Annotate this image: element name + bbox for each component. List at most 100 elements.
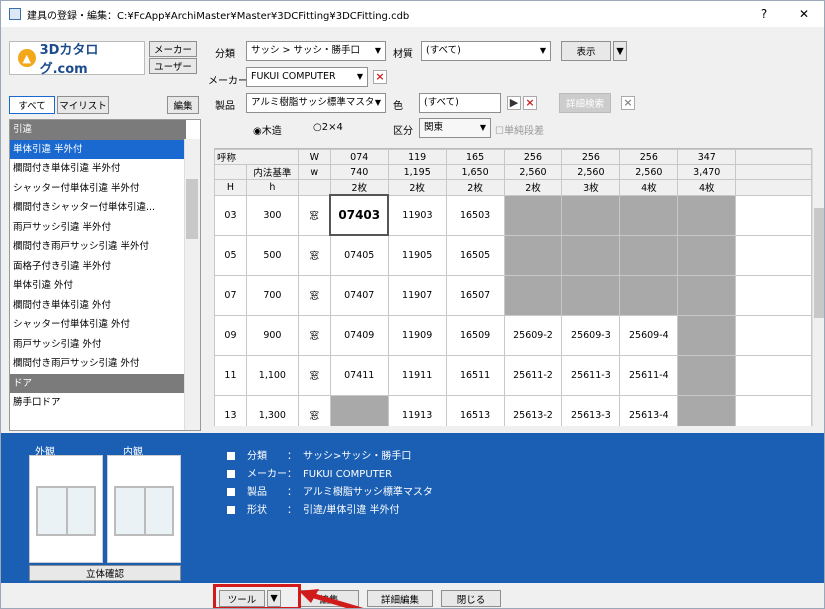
kubun-combo[interactable]: 関東 ▼ — [419, 118, 491, 138]
list-item[interactable]: 欄間付きシャッター付単体引違... — [10, 198, 186, 218]
grid-header-cell[interactable]: 256 — [561, 149, 621, 165]
grid-cell[interactable]: 07411 — [329, 354, 389, 396]
grid-row-height[interactable]: 300 — [245, 194, 299, 236]
grid-scrollbar[interactable] — [812, 148, 824, 426]
grid-header-cell[interactable]: 2,560 — [619, 164, 679, 180]
grid-row-type[interactable]: 窓 — [297, 274, 331, 316]
table-row[interactable]: 05 500 窓 07405 11905 16505 — [214, 234, 812, 276]
grid-header-cell[interactable]: 2枚 — [503, 179, 563, 196]
grid-cell[interactable]: 11913 — [387, 394, 447, 426]
grid-header-cell[interactable]: 119 — [387, 149, 447, 165]
grid-cell[interactable]: 16503 — [445, 194, 505, 236]
grid-header-cell[interactable]: 2,560 — [561, 164, 621, 180]
tanjun-checkbox[interactable]: ☐単純段差 — [495, 122, 544, 137]
grid-cell[interactable]: 25613-3 — [561, 394, 621, 426]
table-row[interactable]: 03 300 窓 07403 11903 16503 — [214, 194, 812, 236]
iro-field[interactable]: (すべて) — [419, 93, 501, 113]
grid-cell[interactable]: 25613-2 — [503, 394, 563, 426]
grid-row-height[interactable]: 500 — [245, 234, 299, 276]
grid-cell[interactable]: 16507 — [445, 274, 505, 316]
grid-header-cell[interactable]: 4枚 — [619, 179, 679, 196]
grid-row-height[interactable]: 1,100 — [245, 354, 299, 396]
grid-header-cell[interactable]: 3,470 — [677, 164, 737, 180]
grid-cell[interactable]: 25609-3 — [561, 314, 621, 356]
table-row[interactable]: 11 1,100 窓 07411 11911 16511 25611-2 25611-3 256… — [214, 354, 812, 396]
grid-cell[interactable] — [503, 274, 563, 316]
grid-header-cell[interactable]: 4枚 — [677, 179, 737, 196]
detail-search-button[interactable]: 詳細検索 — [559, 93, 611, 113]
grid-row-height[interactable]: 1,300 — [245, 394, 299, 426]
grid-cell[interactable]: 11907 — [387, 274, 447, 316]
grid-header-cell[interactable]: 2枚 — [445, 179, 505, 196]
grid-row-height[interactable]: 700 — [245, 274, 299, 316]
grid-row-type[interactable]: 窓 — [297, 234, 331, 276]
grid-cell[interactable] — [561, 274, 621, 316]
rittai-check-button[interactable]: 立体確認 — [29, 565, 181, 581]
grid-header-cell[interactable]: 1,650 — [445, 164, 505, 180]
grid-cell[interactable] — [677, 354, 737, 396]
list-scroll-thumb[interactable] — [186, 179, 198, 239]
list-group-header[interactable]: ドア — [10, 373, 186, 393]
help-button[interactable]: ? — [744, 7, 784, 21]
grid-cell[interactable]: 16505 — [445, 234, 505, 276]
list-scrollbar[interactable] — [184, 139, 200, 430]
grid-cell[interactable] — [619, 234, 679, 276]
grid-header-cell[interactable]: W — [297, 149, 331, 165]
grid-header-cell[interactable]: H — [214, 179, 247, 196]
grid-row-height[interactable]: 900 — [245, 314, 299, 356]
grid-header-cell[interactable]: 1,195 — [387, 164, 447, 180]
grid-cell[interactable] — [735, 354, 812, 396]
grid-row-type[interactable]: 窓 — [297, 354, 331, 396]
grid-header-cell[interactable] — [735, 149, 812, 165]
zaishitsu-combo[interactable]: (すべて) ▼ — [421, 41, 551, 61]
grid-row-code[interactable]: 03 — [214, 194, 247, 236]
maker-button[interactable]: メーカー — [149, 41, 197, 57]
grid-cell[interactable]: 11905 — [387, 234, 447, 276]
grid-header-cell[interactable]: 074 — [329, 149, 389, 165]
grid-cell[interactable] — [503, 234, 563, 276]
grid-cell[interactable]: 25609-2 — [503, 314, 563, 356]
display-button[interactable]: 表示 — [561, 41, 611, 61]
grid-header-cell[interactable]: w — [297, 164, 331, 180]
grid-header-cell[interactable] — [735, 164, 812, 180]
grid-header-cell[interactable]: 165 — [445, 149, 505, 165]
list-item[interactable]: シャッター付単体引違 半外付 — [10, 179, 186, 199]
list-group-header[interactable]: 引違 — [10, 120, 186, 140]
grid-header-cell[interactable]: 2,560 — [503, 164, 563, 180]
list-item[interactable]: 単体引違 半外付 — [10, 139, 186, 159]
grid-cell[interactable]: 11911 — [387, 354, 447, 396]
grid-cell[interactable] — [735, 194, 812, 236]
grid-cell[interactable] — [561, 194, 621, 236]
list-item[interactable]: 雨戸サッシ引違 外付 — [10, 335, 186, 355]
user-button[interactable]: ユーザー — [149, 58, 197, 74]
iro-play-icon[interactable]: ▶ — [507, 96, 521, 110]
clear-detail-icon[interactable]: × — [621, 96, 635, 110]
table-row[interactable]: 07 700 窓 07407 11907 16507 — [214, 274, 812, 316]
category-list[interactable]: 引違 単体引違 半外付 欄間付き単体引違 半外付 シャッター付単体引違 半外付 欄間付き… — [9, 119, 201, 431]
grid-cell[interactable] — [329, 394, 389, 426]
list-item[interactable]: 面格子付き引違 半外付 — [10, 257, 186, 277]
grid-cell[interactable]: 07407 — [329, 274, 389, 316]
seihin-combo[interactable]: アルミ樹脂サッシ標準マスタ ▼ — [246, 93, 386, 113]
display-dropdown-button[interactable]: ▼ — [613, 41, 627, 61]
grid-cell[interactable] — [619, 194, 679, 236]
list-item[interactable]: 欄間付き単体引違 半外付 — [10, 159, 186, 179]
grid-cell[interactable] — [677, 274, 737, 316]
grid-row-type[interactable]: 窓 — [297, 194, 331, 236]
grid-cell[interactable] — [735, 314, 812, 356]
maker-combo[interactable]: FUKUI COMPUTER ▼ — [246, 67, 368, 87]
grid-cell[interactable]: 25611-2 — [503, 354, 563, 396]
grid-scroll-thumb[interactable] — [814, 208, 824, 318]
grid-row-code[interactable]: 13 — [214, 394, 247, 426]
edit-list-button[interactable]: 編集 — [167, 96, 199, 114]
list-item[interactable]: 欄間付き雨戸サッシ引違 外付 — [10, 354, 186, 374]
grid-header-cell[interactable] — [214, 164, 247, 180]
grid-header-cell[interactable]: 256 — [503, 149, 563, 165]
radio-mokuzo[interactable]: ◉木造 — [253, 122, 282, 137]
grid-cell[interactable] — [677, 314, 737, 356]
grid-cell[interactable]: 16509 — [445, 314, 505, 356]
grid-cell[interactable]: 25611-3 — [561, 354, 621, 396]
grid-row-code[interactable]: 09 — [214, 314, 247, 356]
grid-cell[interactable]: 11903 — [387, 194, 447, 236]
catalog-logo[interactable]: ▲ 3Dカタログ.com — [9, 41, 145, 77]
